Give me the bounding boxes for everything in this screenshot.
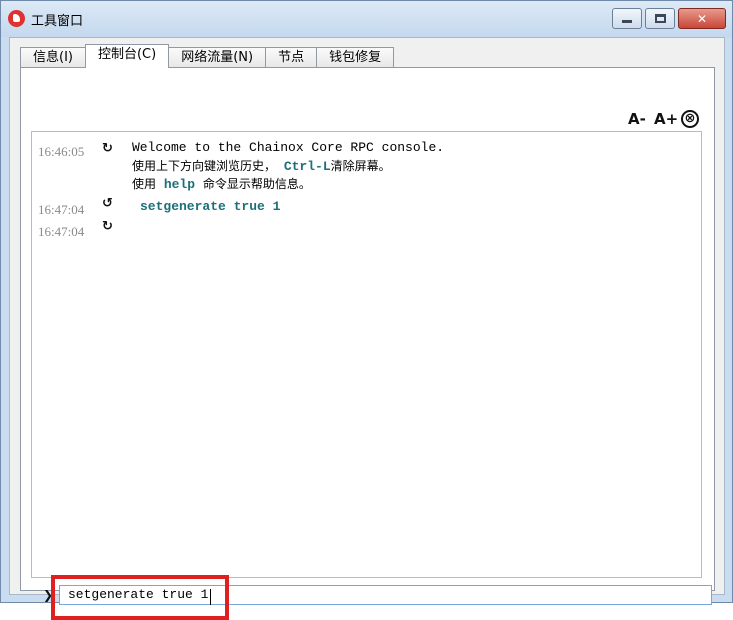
tab-peers[interactable]: 节点 [265,47,318,68]
reply-arrow-icon: ↻ [102,141,113,156]
history-hint-text: 使用上下方向键浏览历史， [132,159,277,173]
tab-network-traffic[interactable]: 网络流量(N) [168,47,267,68]
close-icon: ✕ [696,11,708,26]
input-highlight-box [51,575,229,620]
tab-information[interactable]: 信息(I) [20,47,86,68]
minimize-button[interactable] [612,8,642,29]
client-area: 信息(I) 控制台(C) 网络流量(N) 节点 钱包修复 A- A+ ⊗ 16:… [9,37,725,620]
maximize-button[interactable] [645,8,675,29]
help-hint-prefix: 使用 [132,177,157,191]
maximize-icon [654,14,666,23]
entry-timestamp: 16:46:05 [38,144,85,159]
tab-wallet-repair[interactable]: 钱包修复 [316,47,395,68]
entry-timestamp: 16:47:04 [38,202,85,217]
title-bar[interactable]: 工具窗口 ✕ [1,1,732,37]
clear-hint-text: 清除屏幕。 [330,159,391,173]
request-arrow-icon: ↺ [102,196,113,211]
help-hint-line: 使用 help 命令显示帮助信息。 [132,175,311,194]
executed-command: setgenerate true 1 [140,199,281,214]
tool-window: 工具窗口 ✕ 信息(I) 控制台(C) 网络流量(N) 节点 钱包修复 A- A… [0,0,733,620]
font-decrease-button[interactable]: A- [628,110,646,128]
clear-icon: ⊗ [684,111,696,126]
tab-bar: 信息(I) 控制台(C) 网络流量(N) 节点 钱包修复 [20,44,395,68]
reply-arrow-icon: ↻ [102,219,113,234]
console-panel: A- A+ ⊗ 16:46:05 ↻ Welcome to the Chaino… [20,67,715,620]
ctrl-l-command: Ctrl-L [283,159,331,174]
clear-console-button[interactable]: ⊗ [681,110,699,128]
tab-console[interactable]: 控制台(C) [84,44,170,68]
welcome-line: Welcome to the Chainox Core RPC console. [132,140,445,155]
entry-timestamp: 16:47:04 [38,224,85,239]
console-output[interactable]: 16:46:05 ↻ Welcome to the Chainox Core R… [31,131,702,578]
history-hint-line: 使用上下方向键浏览历史， Ctrl-L清除屏幕。 [132,157,391,176]
minimize-icon [622,20,632,23]
help-hint-suffix: 命令显示帮助信息。 [202,177,311,191]
close-button[interactable]: ✕ [678,8,726,29]
window-title: 工具窗口 [31,14,84,29]
app-logo-icon [8,10,25,27]
help-command: help [163,177,196,192]
font-increase-button[interactable]: A+ [654,110,678,128]
